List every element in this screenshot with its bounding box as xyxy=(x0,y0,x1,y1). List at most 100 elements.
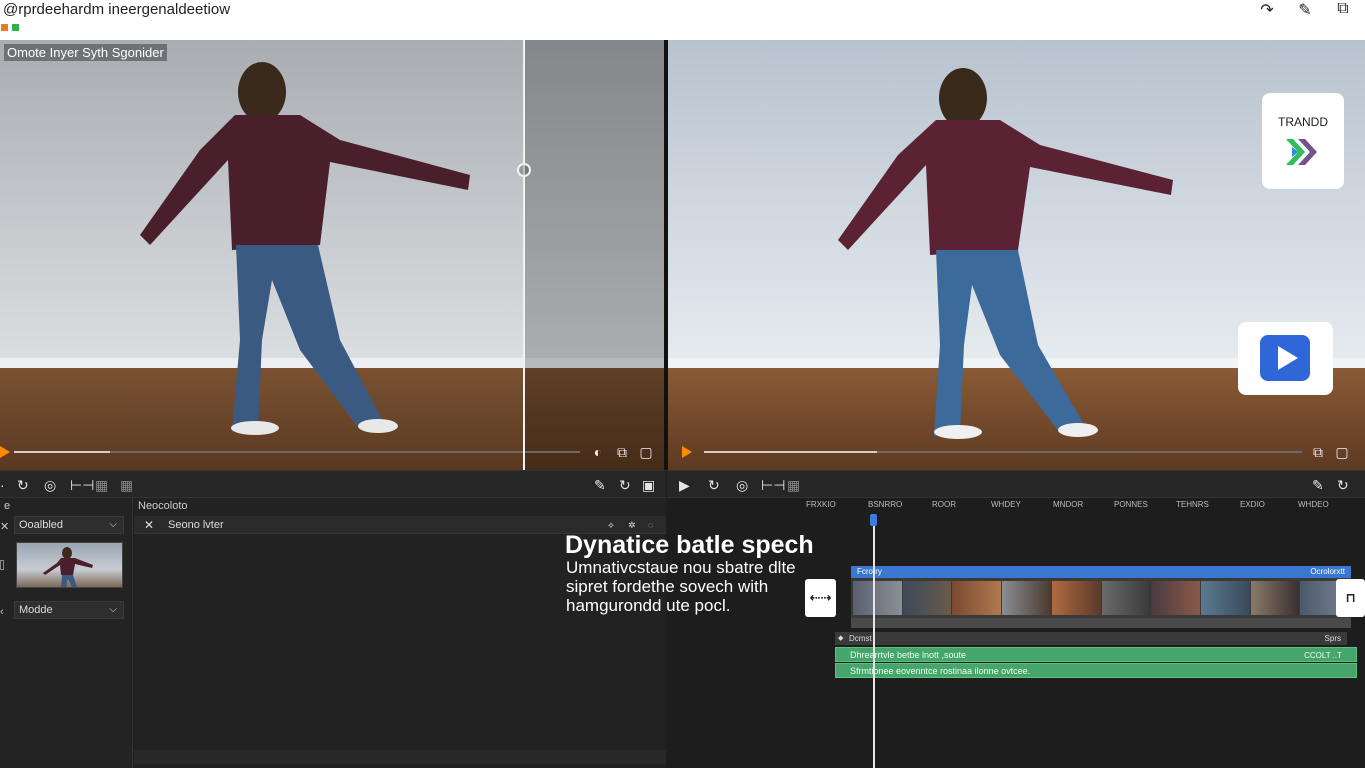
target-icon-timeline[interactable]: ◎ xyxy=(736,477,748,494)
next-clip-button[interactable]: ⊓ xyxy=(1336,579,1365,617)
ruler-label: FRXKIO xyxy=(806,500,836,509)
ruler-label: EXDIO xyxy=(1240,500,1265,509)
source-select-value: Ooalbled xyxy=(19,519,64,531)
rotate-icon-timeline[interactable]: ↻ xyxy=(1337,477,1349,494)
video-frame xyxy=(1002,581,1051,615)
close-icon[interactable]: ✕ xyxy=(144,516,154,534)
video-frame xyxy=(1101,581,1151,615)
playhead-handle[interactable] xyxy=(870,514,877,526)
audio-track-2[interactable]: Sfrmtionee eovenntce rostinaa ilonne ovt… xyxy=(835,663,1357,678)
grid2-icon[interactable]: ▦ xyxy=(120,477,133,494)
refresh-icon-timeline[interactable]: ↻ xyxy=(708,477,720,494)
thumb-marker xyxy=(0,560,4,570)
overlay-body: Umnativcstaue nou sbatre dlte sipret for… xyxy=(566,558,796,615)
media-panel: e ✕ Ooalbled ⌵ ‹ Modde ⌵ xyxy=(0,498,133,768)
ruler-label: WHDEO xyxy=(1298,500,1329,509)
capture-icon[interactable]: ▣ xyxy=(642,477,655,494)
edit-icon-timeline[interactable]: ✎ xyxy=(1312,477,1324,494)
window-title: @rprdeehardm ineergenaldeetiow xyxy=(3,1,231,18)
mode-select[interactable]: Modde ⌵ xyxy=(14,601,124,619)
scrubber-left-fill xyxy=(14,451,111,453)
audio-track-header[interactable]: ◆ Dcmst Sprs xyxy=(835,632,1347,645)
timeline-playhead[interactable] xyxy=(873,514,875,768)
refresh-icon[interactable]: ↻ xyxy=(17,477,29,494)
arrow-icon[interactable]: ‹ xyxy=(0,606,4,618)
brand-card[interactable]: TRANDD xyxy=(1262,93,1344,189)
effects-panel-header: Neocoloto xyxy=(138,500,188,512)
video-frame xyxy=(1250,581,1300,615)
audio-track-2-label: Sfrmtionee eovenntce rostinaa ilonne ovt… xyxy=(850,666,1031,676)
video-frame xyxy=(952,581,1002,615)
audio-head-label: Dcmst xyxy=(849,634,872,643)
brand-card-label: TRANDD xyxy=(1278,115,1328,129)
preview-right[interactable]: ⧉ ▢ xyxy=(668,40,1365,470)
status-dot-green xyxy=(12,24,19,31)
grid-icon[interactable]: ▦ xyxy=(95,477,108,494)
preview-left[interactable]: Omote Inyer Syth Sgonider ◐ ⧉ ▢ xyxy=(0,40,664,470)
volume-icon[interactable]: ◐ xyxy=(590,444,606,460)
share-icon[interactable]: ⧉ xyxy=(1333,0,1353,20)
edit-icon[interactable]: ✎ xyxy=(594,477,606,494)
ruler-label: ROOR xyxy=(932,500,956,509)
scrubber-right-fill xyxy=(704,451,878,453)
chevron-down-icon: ⌵ xyxy=(109,519,117,530)
media-panel-header: e xyxy=(4,500,11,512)
video-track-footer xyxy=(851,618,1351,628)
preview-left-label: Omote Inyer Syth Sgonider xyxy=(4,44,167,61)
close-icon[interactable]: ✕ xyxy=(0,520,9,533)
dancer-photo-right xyxy=(668,40,1365,470)
fullscreen-icon-right[interactable]: ▢ xyxy=(1334,444,1350,460)
video-frame xyxy=(1051,581,1101,615)
audio-track-1-label: Dhrearrtvle betbe lnott ,soute xyxy=(850,650,967,660)
panel-footer xyxy=(134,750,666,764)
chevron-down-icon: ⌵ xyxy=(109,604,117,615)
status-dot-orange xyxy=(1,24,8,31)
rotate-icon[interactable]: ↻ xyxy=(619,477,631,494)
ruler-label: PONNES xyxy=(1114,500,1148,509)
ruler-label: WHDEY xyxy=(991,500,1021,509)
audio-head-right-label: Sprs xyxy=(1324,634,1341,643)
video-track[interactable] xyxy=(851,578,1351,618)
video-frame xyxy=(902,581,952,615)
video-frame xyxy=(1151,581,1200,615)
audio-track-1[interactable]: Dhrearrtvle betbe lnott ,soute CCOLT ..T xyxy=(835,647,1357,662)
audio-lock-icon[interactable]: ◆ xyxy=(838,632,843,645)
video-track-header[interactable]: Fcrotry Ocrolorxtt xyxy=(851,566,1351,578)
export-icon-right[interactable]: ⧉ xyxy=(1310,444,1326,460)
ruler-label: TEHNRS xyxy=(1176,500,1209,509)
right-toolbar: ▶ ↻ ◎ ⊢⊣ ▦ ✎ ↻ xyxy=(667,470,1365,498)
play-icon[interactable] xyxy=(0,446,10,458)
trim-icon-timeline[interactable]: ⊢⊣ xyxy=(761,477,785,494)
pen-icon[interactable]: ✎ xyxy=(1295,0,1315,20)
search-row-label: Seono lvter xyxy=(168,519,224,531)
ruler-label: MNDOR xyxy=(1053,500,1084,509)
play-card[interactable] xyxy=(1238,322,1333,395)
overlay-title: Dynatice batle spech xyxy=(565,531,814,559)
play-icon-right[interactable] xyxy=(682,446,692,458)
ruler-label: BSNRRO xyxy=(868,500,903,509)
window-status-dots xyxy=(1,24,19,31)
video-track-right-label: Ocrolorxtt xyxy=(1310,567,1345,576)
fullscreen-icon[interactable]: ▢ xyxy=(638,444,654,460)
export-icon[interactable]: ⧉ xyxy=(614,444,630,460)
title-toolbar: ↷ ✎ ⧉ xyxy=(1257,0,1353,20)
play-icon-timeline[interactable]: ▶ xyxy=(679,477,690,494)
toolbar-left-edge-icon[interactable]: · xyxy=(0,477,5,493)
double-chevron-icon xyxy=(1286,139,1317,165)
source-select[interactable]: Ooalbled ⌵ xyxy=(14,516,124,534)
compare-split-handle[interactable] xyxy=(517,163,531,177)
grid-icon-timeline[interactable]: ▦ xyxy=(787,477,800,494)
video-frame xyxy=(853,581,902,615)
redo-icon[interactable]: ↷ xyxy=(1257,0,1277,20)
media-thumbnail[interactable] xyxy=(16,542,123,588)
title-bar: @rprdeehardm ineergenaldeetiow ↷ ✎ ⧉ xyxy=(0,0,1365,40)
video-track-label: Fcrotry xyxy=(857,567,882,576)
left-toolbar: · ↻ ◎ ⊢⊣ ▦ ▦ ✎ ↻ ▣ xyxy=(0,470,666,498)
mode-select-value: Modde xyxy=(19,604,53,616)
trim-icon[interactable]: ⊢⊣ xyxy=(70,477,94,494)
target-icon[interactable]: ◎ xyxy=(44,477,56,494)
video-frame xyxy=(1200,581,1250,615)
thumbnail-dancer xyxy=(43,547,93,587)
play-button-icon[interactable] xyxy=(1260,335,1310,381)
compare-dim-overlay xyxy=(524,40,664,470)
